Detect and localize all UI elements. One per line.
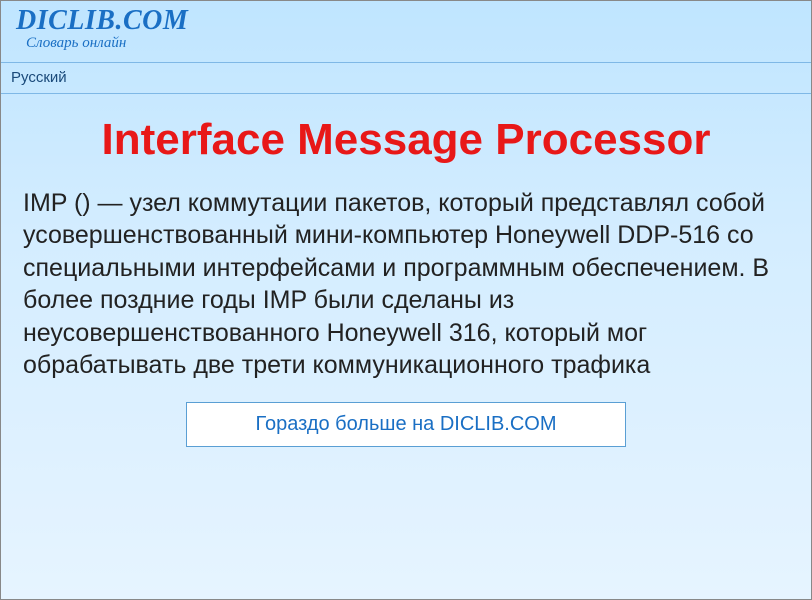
cta-link[interactable]: Гораздо больше на DICLIB.COM bbox=[255, 413, 556, 435]
cta-box[interactable]: Гораздо больше на DICLIB.COM bbox=[186, 402, 626, 447]
site-title[interactable]: DICLIB.COM bbox=[16, 5, 796, 37]
article-title: Interface Message Processor bbox=[1, 94, 811, 177]
navbar: Русский bbox=[1, 62, 811, 94]
article-body: IMP () — узел коммутации пакетов, которы… bbox=[1, 177, 811, 382]
site-subtitle: Словарь онлайн bbox=[16, 35, 796, 52]
site-header: DICLIB.COM Словарь онлайн bbox=[1, 1, 811, 54]
language-selector[interactable]: Русский bbox=[11, 69, 67, 86]
